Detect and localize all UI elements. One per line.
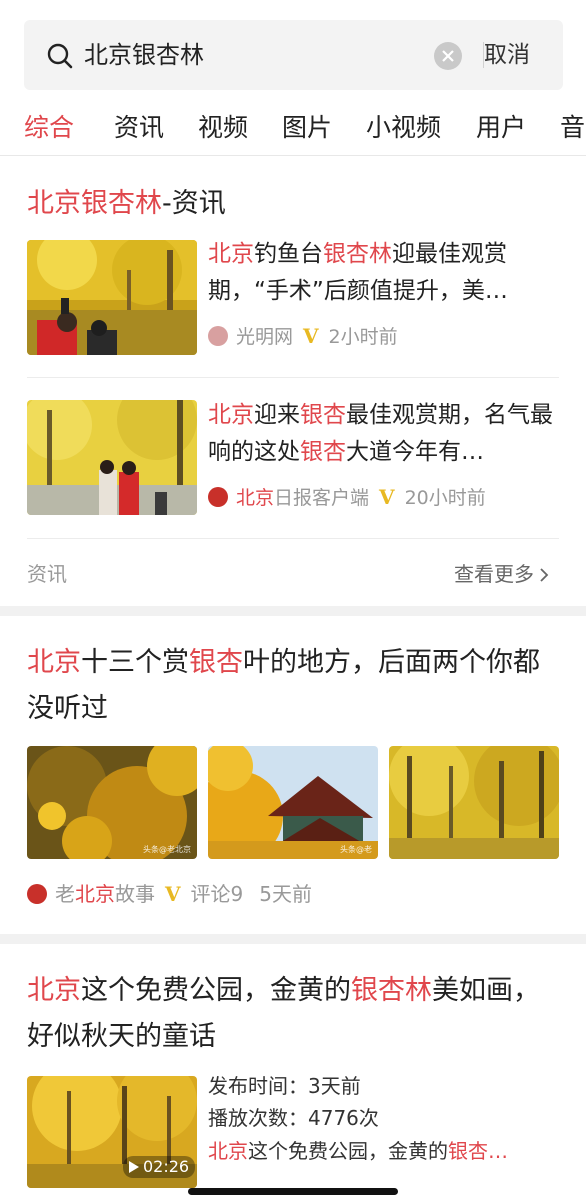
keyword-highlight: 银杏林 bbox=[323, 241, 392, 267]
article-comments: 评论9 bbox=[190, 882, 244, 906]
keyword-highlight: 银杏林 bbox=[351, 975, 432, 1006]
title-text: 这个免费公园，金黄的 bbox=[248, 1139, 448, 1163]
category-tabs: 综合 资讯 视频 图片 小视频 用户 音 bbox=[0, 106, 586, 156]
news-time-1: 2小时前 bbox=[328, 326, 398, 348]
keyword-highlight: 北京 bbox=[27, 975, 81, 1006]
video-duration-text: 02:26 bbox=[143, 1157, 190, 1176]
publish-time: 发布时间：3天前 bbox=[208, 1074, 361, 1098]
keyword-highlight: 银杏 bbox=[189, 647, 243, 678]
article-title-3[interactable]: 北京这个免费公园，金黄的银杏林美如画，好似秋天的童话 bbox=[27, 968, 557, 1060]
news-meta-1: 光明网 V 2小时前 bbox=[208, 323, 398, 350]
tab-music[interactable]: 音 bbox=[560, 106, 585, 150]
tab-images[interactable]: 图片 bbox=[282, 106, 332, 150]
news-source-1: 光明网 bbox=[236, 326, 294, 348]
cancel-button[interactable]: 取消 bbox=[484, 38, 530, 72]
view-more-link[interactable]: 查看更多 bbox=[454, 560, 549, 588]
keyword-highlight: 银杏 bbox=[300, 402, 346, 428]
article-image-1[interactable]: 头条@老北京 bbox=[27, 746, 197, 859]
news-title-1[interactable]: 北京钓鱼台银杏林迎最佳观赏期，“手术”后颜值提升，美… bbox=[208, 236, 553, 310]
home-indicator bbox=[188, 1188, 398, 1195]
image-watermark: 头条@老北京 bbox=[143, 845, 191, 854]
article-image-3[interactable] bbox=[389, 746, 559, 859]
article-time: 5天前 bbox=[259, 882, 312, 906]
search-input[interactable]: 北京银杏林 bbox=[84, 38, 204, 72]
news-section-title[interactable]: 北京银杏林-资讯 bbox=[27, 184, 226, 224]
tabs-divider bbox=[0, 155, 586, 156]
title-text: 钓鱼台 bbox=[254, 241, 323, 267]
search-bar[interactable]: 北京银杏林 bbox=[24, 20, 563, 90]
news-section-title-rest: -资讯 bbox=[162, 188, 226, 219]
image-watermark: 头条@老 bbox=[340, 845, 372, 854]
tab-video[interactable]: 视频 bbox=[198, 106, 248, 150]
news-source-2: 日报客户端 bbox=[274, 487, 370, 509]
row-divider bbox=[27, 538, 559, 539]
view-more-label: 查看更多 bbox=[454, 562, 534, 586]
news-thumbnail-2[interactable] bbox=[27, 400, 197, 515]
verified-icon: V bbox=[303, 324, 319, 348]
title-text: 大道今年有… bbox=[346, 439, 484, 465]
source-logo-icon bbox=[208, 487, 228, 507]
verified-icon: V bbox=[165, 882, 181, 906]
article-source-post: 故事 bbox=[115, 882, 155, 906]
news-thumbnail-1[interactable] bbox=[27, 240, 197, 355]
title-text: 迎来 bbox=[254, 402, 300, 428]
video-duration: 02:26 bbox=[123, 1156, 196, 1178]
source-logo-icon bbox=[27, 884, 47, 904]
tab-users[interactable]: 用户 bbox=[476, 106, 526, 150]
video-description: 北京这个免费公园，金黄的银杏… bbox=[208, 1136, 508, 1166]
keyword-highlight: 银杏 bbox=[300, 439, 346, 465]
title-text: 这个免费公园，金黄的 bbox=[81, 975, 351, 1006]
clear-icon[interactable] bbox=[434, 42, 462, 70]
section-gap bbox=[0, 606, 586, 616]
article-image-2[interactable]: 头条@老 bbox=[208, 746, 378, 859]
news-source-2-highlight: 北京 bbox=[236, 487, 275, 509]
article-title-2[interactable]: 北京十三个赏银杏叶的地方，后面两个你都没听过 bbox=[27, 640, 557, 732]
keyword-highlight: 北京 bbox=[208, 1139, 248, 1163]
verified-icon: V bbox=[379, 485, 395, 509]
section-gap bbox=[0, 934, 586, 944]
news-meta-2: 北京日报客户端 V 20小时前 bbox=[208, 484, 486, 511]
video-thumbnail[interactable]: 02:26 bbox=[27, 1076, 197, 1188]
source-logo-icon bbox=[208, 326, 228, 346]
keyword-highlight: 北京 bbox=[27, 647, 81, 678]
play-count: 播放次数：4776次 bbox=[208, 1106, 379, 1130]
chevron-right-icon bbox=[540, 568, 549, 582]
tab-all[interactable]: 综合 bbox=[24, 106, 74, 150]
keyword-highlight: 北京 bbox=[208, 402, 254, 428]
keyword-highlight: 银杏… bbox=[448, 1139, 508, 1163]
row-divider bbox=[27, 377, 559, 378]
play-icon bbox=[129, 1161, 139, 1173]
article-meta-2: 老北京故事 V 评论9 5天前 bbox=[27, 881, 312, 907]
section-footer-label: 资讯 bbox=[27, 562, 67, 586]
tab-short-video[interactable]: 小视频 bbox=[366, 106, 441, 150]
news-time-2: 20小时前 bbox=[404, 487, 486, 509]
keyword-highlight: 北京 bbox=[208, 241, 254, 267]
news-title-2[interactable]: 北京迎来银杏最佳观赏期，名气最响的这处银杏大道今年有… bbox=[208, 397, 553, 471]
article-source-highlight: 北京 bbox=[75, 882, 115, 906]
tab-news[interactable]: 资讯 bbox=[114, 106, 164, 150]
title-text: 十三个赏 bbox=[81, 647, 189, 678]
news-section-title-highlight: 北京银杏林 bbox=[27, 188, 162, 219]
article-source-pre: 老 bbox=[55, 882, 75, 906]
search-icon bbox=[47, 43, 73, 69]
